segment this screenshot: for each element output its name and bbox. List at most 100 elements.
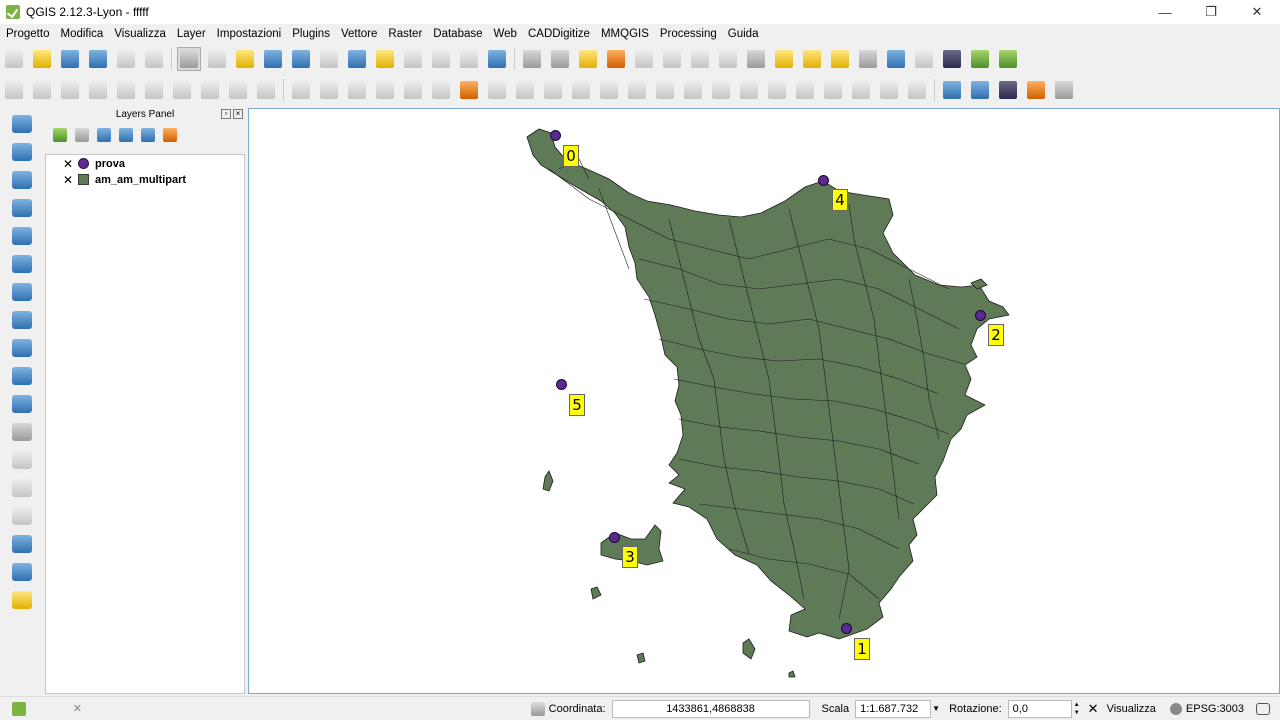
identify-button[interactable] <box>520 47 544 71</box>
add-ring-button[interactable] <box>597 78 621 102</box>
zoom-last-button[interactable] <box>429 47 453 71</box>
offset-curve-button[interactable] <box>765 78 789 102</box>
fill-ring-button[interactable] <box>653 78 677 102</box>
cad-line-button[interactable] <box>429 78 453 102</box>
node-tool-button[interactable] <box>142 78 166 102</box>
run-action-button[interactable] <box>548 47 572 71</box>
field-calculator-button[interactable] <box>688 47 712 71</box>
select-by-expression-button[interactable] <box>632 47 656 71</box>
maximize-button[interactable]: ❐ <box>1188 0 1234 24</box>
menu-guida[interactable]: Guida <box>722 24 764 44</box>
map-window-button[interactable] <box>10 532 34 556</box>
zoom-next-button[interactable] <box>457 47 481 71</box>
attribute-table-button[interactable] <box>660 47 684 71</box>
menu-visualizza[interactable]: Visualizza <box>108 24 171 44</box>
filter-legend-button[interactable] <box>95 126 113 144</box>
refresh-button[interactable] <box>485 47 509 71</box>
add-postgis-layer-button[interactable] <box>10 168 34 192</box>
rotate-symbol-button[interactable] <box>905 78 929 102</box>
rotate-feature-button[interactable] <box>541 78 565 102</box>
deselect-button[interactable] <box>604 47 628 71</box>
menu-progetto[interactable]: Progetto <box>0 24 54 44</box>
new-layer-dropdown-button[interactable] <box>10 420 34 444</box>
remove-layer-button[interactable] <box>161 126 179 144</box>
menu-raster[interactable]: Raster <box>382 24 427 44</box>
report-button[interactable] <box>10 588 34 612</box>
composer-manager-button[interactable] <box>142 47 166 71</box>
layer-visibility-checkbox[interactable]: ✕ <box>62 174 74 186</box>
delete-part-button[interactable] <box>709 78 733 102</box>
add-group-button[interactable] <box>51 126 69 144</box>
move-feature-button[interactable] <box>114 78 138 102</box>
coordinate-toggle-icon[interactable] <box>530 701 545 716</box>
merge-features-button[interactable] <box>849 78 873 102</box>
scale-dropdown-icon[interactable]: ▼ <box>931 700 941 718</box>
crs-label[interactable]: EPSG:3003 <box>1186 703 1244 715</box>
add-part-button[interactable] <box>625 78 649 102</box>
close-message-icon[interactable]: ✕ <box>73 702 82 715</box>
add-raster-layer-button[interactable] <box>10 140 34 164</box>
split-features-button[interactable] <box>793 78 817 102</box>
vector-edit-button[interactable] <box>10 504 34 528</box>
current-edits-button[interactable] <box>2 78 26 102</box>
merge-attributes-button[interactable] <box>877 78 901 102</box>
coordinate-field[interactable]: 1433861,4868838 <box>611 699 810 718</box>
georeferencer-button[interactable] <box>996 78 1020 102</box>
python-console-button[interactable] <box>940 78 964 102</box>
menu-vettore[interactable]: Vettore <box>335 24 382 44</box>
add-spatialite-layer-button[interactable] <box>10 196 34 220</box>
menu-plugins[interactable]: Plugins <box>286 24 335 44</box>
new-bookmark-button[interactable] <box>800 47 824 71</box>
cut-features-button[interactable] <box>198 78 222 102</box>
touch-zoom-button[interactable] <box>177 47 201 71</box>
plugin-a-button[interactable] <box>940 47 964 71</box>
save-edits-button[interactable] <box>58 78 82 102</box>
layer-visibility-checkbox[interactable]: ✕ <box>62 158 74 170</box>
annotation-button[interactable] <box>856 47 880 71</box>
point-5[interactable] <box>556 379 567 390</box>
add-vertex-button[interactable] <box>10 448 34 472</box>
add-oracle-layer-button[interactable] <box>10 252 34 276</box>
float-panel-button[interactable]: ▫ <box>221 109 231 119</box>
new-project-button[interactable] <box>2 47 26 71</box>
reshape-button[interactable] <box>737 78 761 102</box>
point-0[interactable] <box>550 130 561 141</box>
add-db2-layer-button[interactable] <box>10 280 34 304</box>
point-2[interactable] <box>975 310 986 321</box>
point-1[interactable] <box>841 623 852 634</box>
collapse-all-button[interactable] <box>139 126 157 144</box>
select-features-button[interactable] <box>576 47 600 71</box>
close-button[interactable]: ✕ <box>1234 0 1280 24</box>
undo-button[interactable] <box>485 78 509 102</box>
new-print-composer-button[interactable] <box>114 47 138 71</box>
menu-impostazioni[interactable]: Impostazioni <box>211 24 287 44</box>
menu-database[interactable]: Database <box>427 24 487 44</box>
cad-ellipse-button[interactable] <box>345 78 369 102</box>
close-panel-button[interactable]: × <box>233 109 243 119</box>
messages-icon[interactable] <box>1256 702 1270 715</box>
print-button[interactable] <box>10 560 34 584</box>
whats-this-button[interactable] <box>912 47 936 71</box>
map-tips-button[interactable] <box>772 47 796 71</box>
zoom-layer-button[interactable] <box>401 47 425 71</box>
split-parts-button[interactable] <box>821 78 845 102</box>
pan-to-selection-button[interactable] <box>233 47 257 71</box>
add-wms-layer-button[interactable] <box>10 308 34 332</box>
zoom-out-button[interactable] <box>289 47 313 71</box>
scale-field[interactable]: 1:1.687.732 <box>855 699 932 718</box>
render-checkbox[interactable]: ✕ <box>1088 701 1099 717</box>
cad-arc-button[interactable] <box>373 78 397 102</box>
measure-button[interactable] <box>744 47 768 71</box>
add-wfs-layer-button[interactable] <box>10 364 34 388</box>
zoom-native-button[interactable] <box>317 47 341 71</box>
crs-globe-icon[interactable] <box>1169 702 1182 715</box>
expand-all-button[interactable] <box>117 126 135 144</box>
rotation-spinner-icon[interactable]: ▲ ▼ <box>1072 701 1082 717</box>
plugin-c-button[interactable] <box>996 47 1020 71</box>
add-mssql-layer-button[interactable] <box>10 224 34 248</box>
point-3[interactable] <box>609 532 620 543</box>
plugin-b-button[interactable] <box>968 47 992 71</box>
statistics-button[interactable] <box>716 47 740 71</box>
menu-web[interactable]: Web <box>488 24 522 44</box>
copy-features-button[interactable] <box>226 78 250 102</box>
